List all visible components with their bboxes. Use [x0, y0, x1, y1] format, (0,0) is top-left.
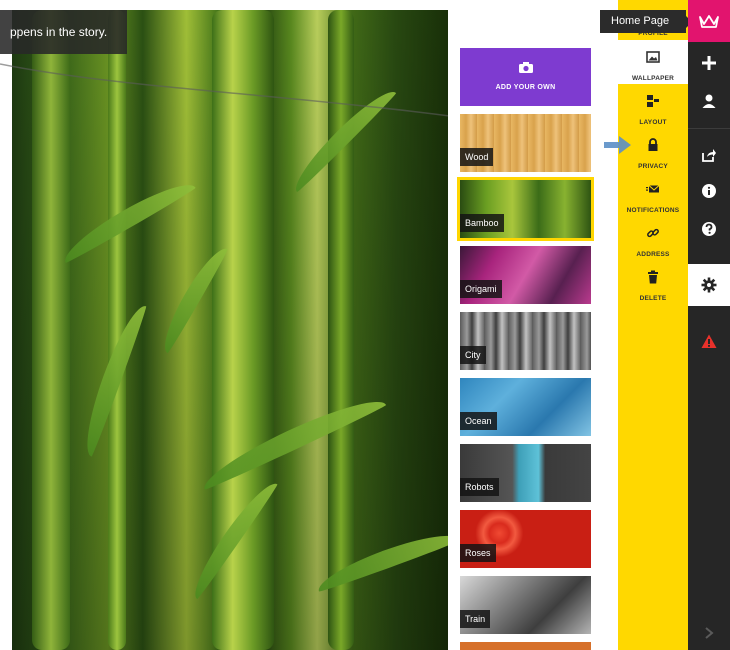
info-icon: [702, 184, 716, 198]
lock-icon: [648, 138, 658, 151]
wallpaper-tile-city[interactable]: City: [460, 312, 591, 370]
wallpaper-list: ADD YOUR OWN Wood Bamboo Origami City Oc…: [448, 0, 618, 650]
wallpaper-tile-ocean[interactable]: Ocean: [460, 378, 591, 436]
plus-icon: [702, 56, 716, 70]
chevron-right-icon: [705, 627, 714, 639]
help-icon: [702, 222, 716, 236]
menu-label-address: ADDRESS: [636, 251, 670, 258]
info-button[interactable]: [688, 170, 730, 212]
wallpaper-label: Bamboo: [460, 214, 504, 232]
top-margin: [0, 0, 448, 10]
wallpaper-label: Train: [460, 610, 491, 628]
user-icon: [702, 94, 716, 108]
wallpaper-tile-bamboo[interactable]: Bamboo: [457, 177, 594, 241]
background-photo-bamboo: [12, 10, 448, 650]
image-icon: [646, 51, 660, 63]
wallpaper-label: Wood: [460, 148, 494, 166]
story-tooltip-text: ppens in the story.: [10, 25, 108, 39]
layout-icon: [647, 95, 659, 107]
toolbar-separator: [688, 128, 730, 129]
right-toolbar: [688, 0, 730, 650]
link-icon: [647, 228, 659, 238]
left-margin: [0, 0, 12, 650]
settings-menu: PROFILE WALLPAPER LAYOUT PRIVACY NOTIFIC…: [618, 0, 688, 650]
wallpaper-tile-partial[interactable]: [460, 642, 591, 650]
menu-label-layout: LAYOUT: [639, 119, 667, 126]
menu-item-address[interactable]: ADDRESS: [618, 222, 688, 266]
wallpaper-tile-train[interactable]: Train: [460, 576, 591, 634]
wallpaper-tile-roses[interactable]: Roses: [460, 510, 591, 568]
camera-icon: [518, 62, 533, 73]
wallpaper-label: City: [460, 346, 486, 364]
home-page-tooltip: Home Page: [600, 10, 686, 33]
wallpaper-label: Origami: [460, 280, 502, 298]
settings-button[interactable]: [688, 264, 730, 306]
envelope-icon: [646, 185, 660, 193]
wallpaper-label: Roses: [460, 544, 496, 562]
warning-icon: [701, 334, 717, 348]
crown-logo-icon: [699, 15, 719, 28]
add-button[interactable]: [688, 42, 730, 84]
warning-button[interactable]: [688, 320, 730, 362]
trash-icon: [648, 270, 658, 284]
home-page-tooltip-text: Home Page: [611, 15, 670, 27]
wallpaper-tile-robots[interactable]: Robots: [460, 444, 591, 502]
share-icon: [702, 149, 716, 162]
wallpaper-label: Ocean: [460, 412, 497, 430]
home-logo-button[interactable]: [688, 0, 730, 42]
expand-button[interactable]: [688, 616, 730, 650]
wallpaper-tile-origami[interactable]: Origami: [460, 246, 591, 304]
wallpaper-label: Robots: [460, 478, 499, 496]
wallpaper-tile-wood[interactable]: Wood: [460, 114, 591, 172]
gear-icon: [701, 277, 717, 293]
menu-label-delete: DELETE: [639, 295, 667, 302]
menu-item-delete[interactable]: DELETE: [618, 266, 688, 310]
story-tooltip: ppens in the story.: [0, 10, 127, 54]
menu-label-wallpaper: WALLPAPER: [631, 75, 675, 82]
menu-label-privacy: PRIVACY: [638, 163, 668, 170]
menu-item-wallpaper[interactable]: WALLPAPER: [618, 40, 688, 84]
add-your-own-button[interactable]: ADD YOUR OWN: [460, 48, 591, 106]
menu-label-notifications: NOTIFICATIONS: [626, 207, 680, 214]
help-button[interactable]: [688, 208, 730, 250]
menu-item-layout[interactable]: LAYOUT: [618, 90, 688, 134]
add-your-own-label: ADD YOUR OWN: [495, 84, 556, 91]
profile-button[interactable]: [688, 80, 730, 122]
pointer-arrow-icon: [604, 136, 631, 154]
menu-item-notifications[interactable]: NOTIFICATIONS: [618, 178, 688, 222]
